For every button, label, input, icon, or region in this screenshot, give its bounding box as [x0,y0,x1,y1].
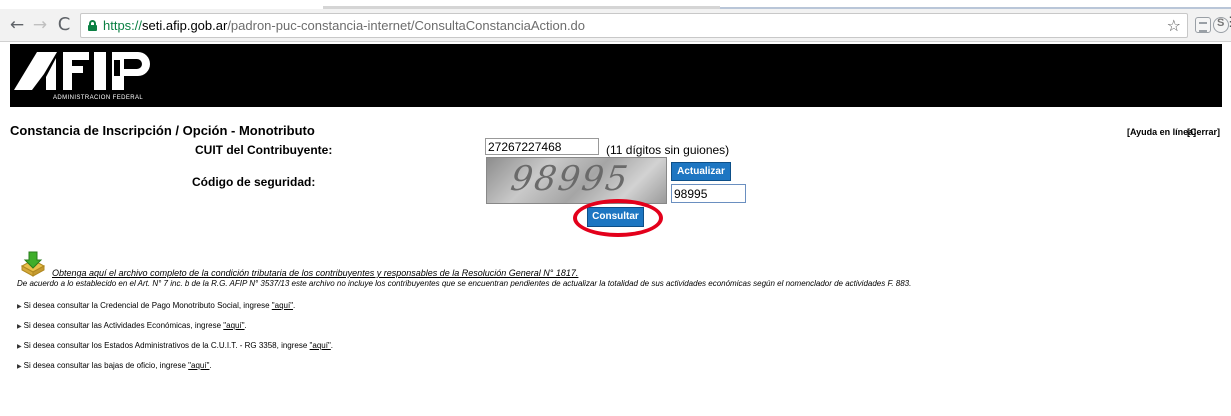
list-item: ▶ Si desea consultar las Actividades Econ… [17,321,247,330]
back-button[interactable]: ← [6,13,28,37]
aqui-link[interactable]: "aquí" [272,301,293,310]
highlight-annotation [573,199,663,237]
url-scheme: https:// [103,18,143,33]
list-item-suffix: . [209,361,212,370]
extension-icon[interactable] [1195,17,1211,33]
captcha-text: 98995 [508,159,632,199]
refresh-captcha-button[interactable]: Actualizar [671,162,731,181]
captcha-image: 98995 [486,157,667,204]
bookmark-star-icon[interactable]: ☆ [1167,16,1181,35]
lock-icon[interactable] [88,20,97,31]
browser-menu-icon[interactable]: ⋮ [1224,15,1231,33]
security-code-input[interactable] [671,184,746,203]
list-item-suffix: . [330,341,334,350]
list-item: ▶ Si desea consultar los Estados Administ… [17,341,333,350]
aqui-link[interactable]: "aquí" [223,321,244,330]
help-link[interactable]: [Ayuda en línea] [1127,127,1196,137]
bullet-arrow-icon: ▶ [17,304,22,310]
list-item-text: Si desea consultar las bajas de oficio, … [23,361,189,370]
bullet-arrow-icon: ▶ [17,324,22,330]
download-icon[interactable] [20,251,46,277]
list-item: ▶ Si desea consultar la Credencial de Pag… [17,301,295,310]
aqui-link[interactable]: "aquí" [310,341,331,350]
forward-button[interactable]: → [29,13,51,37]
cuit-label: CUIT del Contribuyente: [195,143,333,157]
address-bar[interactable]: https://seti.afip.gob.ar/padron-puc-cons… [80,13,1188,38]
download-file-link[interactable]: Obtenga aquí el archivo completo de la c… [52,268,578,278]
tab-strip [0,0,1231,9]
bullet-arrow-icon: ▶ [17,364,22,370]
url-host: seti.afip.gob.ar [142,18,228,33]
list-item-text: Si desea consultar la Credencial de Pago… [23,301,272,310]
bullet-arrow-icon: ▶ [17,344,22,350]
browser-toolbar: ← → C https://seti.afip.gob.ar/padron-pu… [0,9,1231,42]
afip-subtitle: ADMINISTRACION FEDERAL [53,95,144,101]
aqui-link[interactable]: "aquí" [188,361,209,370]
cuit-hint: (11 dígitos sin guiones) [606,143,730,157]
afip-header-banner: ADMINISTRACION FEDERAL [10,44,1222,107]
cuit-input[interactable] [485,138,599,155]
url-path: /padron-puc-constancia-internet/Consulta… [227,18,586,33]
url-text[interactable]: https://seti.afip.gob.ar/padron-puc-cons… [103,18,585,33]
list-item-text: Si desea consultar los Estados Administr… [23,341,310,350]
page-title: Constancia de Inscripción / Opción - Mon… [10,123,315,138]
list-item-suffix: . [244,321,247,330]
list-item-text: Si desea consultar las Actividades Econó… [23,321,224,330]
list-item-suffix: . [293,301,296,310]
security-code-label: Código de seguridad: [192,175,316,189]
list-item: ▶ Si desea consultar las bajas de oficio,… [17,361,212,370]
reload-button[interactable]: C [53,13,75,37]
close-link[interactable]: [Cerrar] [1187,127,1220,137]
download-note: De acuerdo a lo establecido en el Art. N… [17,279,912,288]
